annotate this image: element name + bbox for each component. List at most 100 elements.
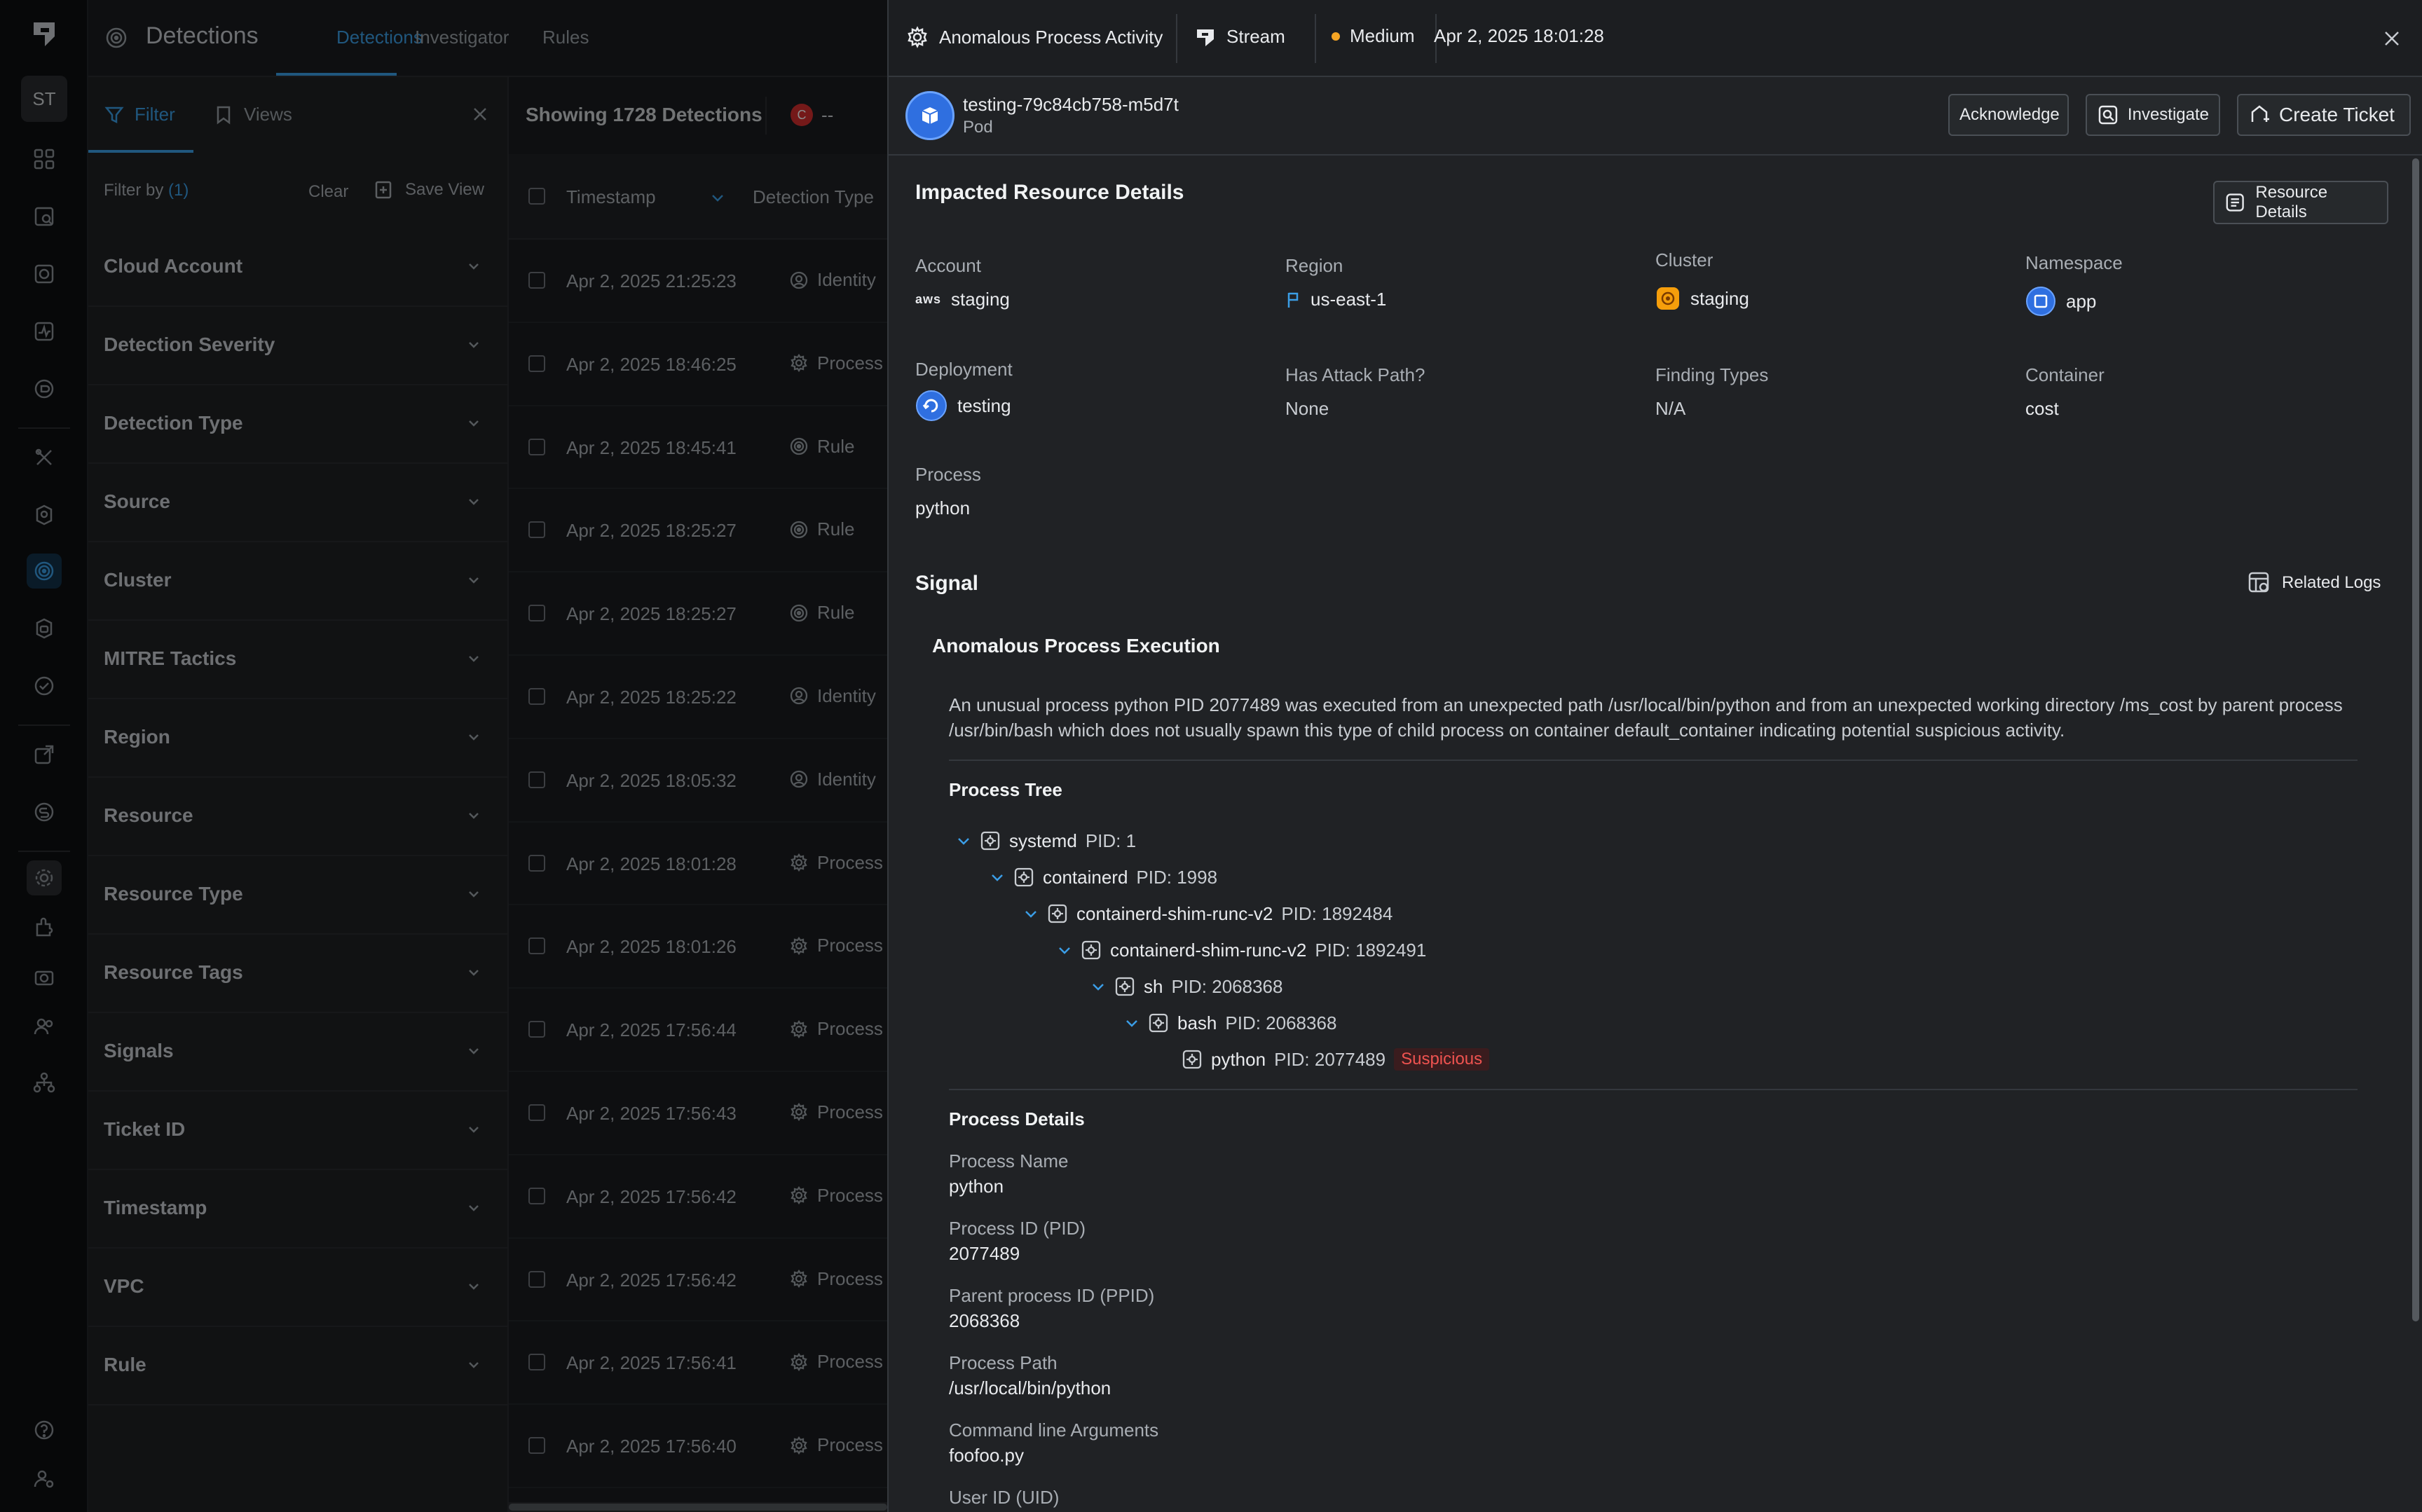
select-all-checkbox[interactable] [528, 188, 545, 205]
process-tree-node[interactable]: containerd-shim-runc-v2 PID: 1892484 [1023, 900, 1393, 928]
table-row[interactable]: Apr 2, 2025 17:56:43 Process Activ [509, 1072, 887, 1155]
logo-icon[interactable] [28, 18, 60, 50]
filter-row[interactable]: VPC [88, 1249, 509, 1327]
table-row[interactable]: Apr 2, 2025 17:56:42 Process Activ [509, 1155, 887, 1239]
vulnerability-icon[interactable] [27, 256, 62, 291]
filter-row[interactable]: Resource [88, 778, 509, 856]
clear-button[interactable]: Clear [308, 182, 348, 202]
chevron-down-icon[interactable] [1057, 942, 1072, 958]
row-checkbox[interactable] [528, 1021, 545, 1038]
related-logs-button[interactable]: Related Logs [2247, 570, 2381, 596]
table-row[interactable]: Apr 2, 2025 18:25:22 Identity [509, 656, 887, 739]
filter-row[interactable]: Cluster [88, 542, 509, 621]
org-icon[interactable] [27, 1065, 62, 1100]
settings-icon[interactable] [27, 860, 62, 895]
chevron-down-icon[interactable] [467, 730, 481, 744]
row-checkbox[interactable] [528, 521, 545, 539]
tab-filter[interactable]: Filter [104, 104, 175, 125]
filter-row[interactable]: Detection Type [88, 385, 509, 464]
table-row[interactable]: Apr 2, 2025 18:01:28 Process Activ [509, 823, 887, 906]
scrollbar-thumb[interactable] [509, 1504, 887, 1511]
row-checkbox[interactable] [528, 854, 545, 872]
horizontal-scrollbar[interactable] [509, 1502, 887, 1512]
sort-chevron-icon[interactable] [709, 189, 726, 206]
camera-icon[interactable] [27, 960, 62, 995]
chevron-down-icon[interactable] [1090, 979, 1106, 994]
chevron-down-icon[interactable] [1023, 906, 1039, 921]
resource-name[interactable]: testing-79c84cb758-m5d7t [963, 94, 1179, 116]
row-checkbox[interactable] [528, 687, 545, 705]
resource-details-button[interactable]: Resource Details [2213, 181, 2388, 224]
chevron-down-icon[interactable] [467, 338, 481, 352]
create-ticket-button[interactable]: Create Ticket [2237, 94, 2411, 136]
chevron-down-icon[interactable] [467, 1279, 481, 1293]
filter-row[interactable]: Detection Severity [88, 307, 509, 385]
row-checkbox[interactable] [528, 605, 545, 622]
detections-icon[interactable] [27, 554, 62, 589]
critical-count-badge[interactable]: C -- [791, 104, 833, 126]
process-tree-node[interactable]: python PID: 2077489 Suspicious [1158, 1045, 1490, 1073]
tab-investigator[interactable]: Investigator [415, 27, 509, 48]
chevron-down-icon[interactable] [467, 965, 481, 980]
filter-row[interactable]: Resource Type [88, 856, 509, 935]
chevron-down-icon[interactable] [467, 1358, 481, 1372]
table-row[interactable]: Apr 2, 2025 17:56:41 Process Activ [509, 1321, 887, 1406]
col-detection-type[interactable]: Detection Type [753, 186, 874, 208]
chevron-down-icon[interactable] [467, 573, 481, 587]
chevron-down-icon[interactable] [467, 1122, 481, 1136]
table-row[interactable]: Apr 2, 2025 18:46:25 Process Activ [509, 323, 887, 406]
filter-row[interactable]: Source [88, 464, 509, 542]
filter-row[interactable]: Ticket ID [88, 1092, 509, 1170]
close-icon[interactable] [471, 105, 489, 123]
namespace-value[interactable]: app [2025, 286, 2096, 317]
process-tree-node[interactable]: bash PID: 2068368 [1124, 1009, 1336, 1037]
inventory-icon[interactable] [27, 199, 62, 234]
row-checkbox[interactable] [528, 1104, 545, 1121]
chevron-down-icon[interactable] [467, 1201, 481, 1215]
dashboard-icon[interactable] [27, 142, 62, 177]
acknowledge-button[interactable]: Acknowledge [1948, 94, 2069, 136]
table-row[interactable]: Apr 2, 2025 17:56:44 Process Activ [509, 989, 887, 1072]
account-value[interactable]: aws staging [915, 289, 1010, 310]
user-settings-icon[interactable] [27, 1462, 62, 1497]
export-icon[interactable] [27, 737, 62, 772]
deployment-value[interactable]: testing [915, 390, 1011, 422]
row-checkbox[interactable] [528, 1270, 545, 1288]
row-checkbox[interactable] [528, 1437, 545, 1455]
row-checkbox[interactable] [528, 937, 545, 955]
filter-row[interactable]: Region [88, 699, 509, 778]
chevron-down-icon[interactable] [467, 809, 481, 823]
chevron-down-icon[interactable] [467, 652, 481, 666]
row-checkbox[interactable] [528, 1354, 545, 1371]
table-row[interactable]: Apr 2, 2025 18:25:27 Rule [509, 489, 887, 573]
close-drawer-icon[interactable] [2381, 28, 2402, 49]
chevron-down-icon[interactable] [467, 1044, 481, 1058]
tab-views[interactable]: Views [213, 104, 292, 125]
row-checkbox[interactable] [528, 438, 545, 455]
table-row[interactable]: Apr 2, 2025 18:01:26 Process Activ [509, 905, 887, 989]
chevron-down-icon[interactable] [990, 870, 1005, 885]
process-tree-node[interactable]: systemd PID: 1 [956, 827, 1136, 855]
filter-row[interactable]: Resource Tags [88, 935, 509, 1013]
tab-detections[interactable]: Detections [336, 27, 423, 48]
table-row[interactable]: Apr 2, 2025 21:25:23 Identity [509, 240, 887, 323]
integrations-icon[interactable] [27, 909, 62, 944]
process-tree-node[interactable]: containerd PID: 1998 [990, 863, 1217, 891]
filter-row[interactable]: Timestamp [88, 1170, 509, 1249]
chevron-down-icon[interactable] [467, 416, 481, 430]
filter-row[interactable]: Cloud Account [88, 228, 509, 307]
table-row[interactable]: Apr 2, 2025 17:56:40 Process Activ [509, 1405, 887, 1488]
save-view-button[interactable]: Save View [373, 179, 484, 200]
table-row[interactable]: Apr 2, 2025 18:25:27 Rule [509, 572, 887, 656]
chevron-down-icon[interactable] [467, 495, 481, 509]
help-icon[interactable] [27, 1413, 62, 1448]
tools-icon[interactable] [27, 440, 62, 475]
chevron-down-icon[interactable] [1124, 1015, 1140, 1031]
chevron-down-icon[interactable] [467, 259, 481, 273]
row-checkbox[interactable] [528, 1187, 545, 1204]
chevron-down-icon[interactable] [467, 887, 481, 901]
filter-row[interactable]: Signals [88, 1013, 509, 1092]
process-tree-node[interactable]: containerd-shim-runc-v2 PID: 1892491 [1057, 936, 1426, 964]
avatar[interactable]: ST [21, 76, 67, 122]
users-icon[interactable] [27, 1009, 62, 1044]
